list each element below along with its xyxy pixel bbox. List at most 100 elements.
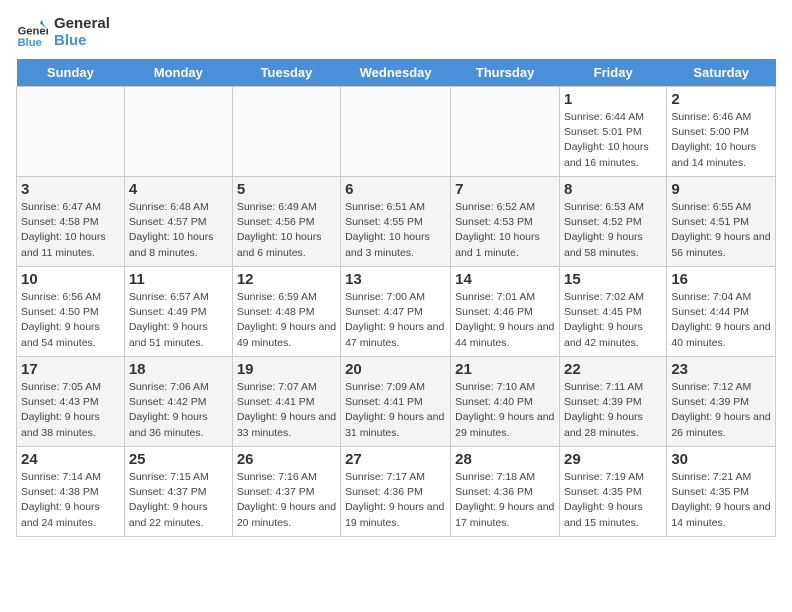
day-info: Sunrise: 7:15 AM Sunset: 4:37 PM Dayligh…	[129, 470, 228, 531]
page: General Blue General Blue SundayMondayTu…	[0, 0, 792, 553]
day-cell-24: 24 Sunrise: 7:14 AM Sunset: 4:38 PM Dayli…	[17, 447, 125, 537]
day-info: Sunrise: 7:07 AM Sunset: 4:41 PM Dayligh…	[237, 380, 336, 441]
day-number: 22	[564, 361, 662, 378]
day-cell-28: 28 Sunrise: 7:18 AM Sunset: 4:36 PM Dayli…	[451, 447, 560, 537]
day-number: 12	[237, 271, 336, 288]
empty-cell	[17, 87, 125, 177]
day-info: Sunrise: 7:02 AM Sunset: 4:45 PM Dayligh…	[564, 290, 662, 351]
day-number: 3	[21, 181, 120, 198]
day-header-sunday: Sunday	[17, 59, 125, 87]
day-cell-23: 23 Sunrise: 7:12 AM Sunset: 4:39 PM Dayli…	[667, 357, 776, 447]
day-number: 6	[345, 181, 446, 198]
day-info: Sunrise: 7:19 AM Sunset: 4:35 PM Dayligh…	[564, 470, 662, 531]
day-number: 15	[564, 271, 662, 288]
day-cell-25: 25 Sunrise: 7:15 AM Sunset: 4:37 PM Dayli…	[124, 447, 232, 537]
day-info: Sunrise: 6:57 AM Sunset: 4:49 PM Dayligh…	[129, 290, 228, 351]
day-info: Sunrise: 7:14 AM Sunset: 4:38 PM Dayligh…	[21, 470, 120, 531]
day-number: 28	[455, 451, 555, 468]
week-row-3: 10 Sunrise: 6:56 AM Sunset: 4:50 PM Dayli…	[17, 267, 776, 357]
day-cell-14: 14 Sunrise: 7:01 AM Sunset: 4:46 PM Dayli…	[451, 267, 560, 357]
day-info: Sunrise: 6:51 AM Sunset: 4:55 PM Dayligh…	[345, 200, 446, 261]
day-cell-29: 29 Sunrise: 7:19 AM Sunset: 4:35 PM Dayli…	[559, 447, 666, 537]
empty-cell	[451, 87, 560, 177]
day-number: 11	[129, 271, 228, 288]
day-number: 29	[564, 451, 662, 468]
day-info: Sunrise: 7:21 AM Sunset: 4:35 PM Dayligh…	[671, 470, 771, 531]
day-number: 14	[455, 271, 555, 288]
day-number: 26	[237, 451, 336, 468]
week-row-5: 24 Sunrise: 7:14 AM Sunset: 4:38 PM Dayli…	[17, 447, 776, 537]
day-number: 19	[237, 361, 336, 378]
day-number: 9	[671, 181, 771, 198]
day-cell-21: 21 Sunrise: 7:10 AM Sunset: 4:40 PM Dayli…	[451, 357, 560, 447]
week-row-2: 3 Sunrise: 6:47 AM Sunset: 4:58 PM Daylig…	[17, 177, 776, 267]
day-number: 2	[671, 91, 771, 108]
day-header-monday: Monday	[124, 59, 232, 87]
day-number: 10	[21, 271, 120, 288]
day-header-thursday: Thursday	[451, 59, 560, 87]
day-info: Sunrise: 6:48 AM Sunset: 4:57 PM Dayligh…	[129, 200, 228, 261]
day-cell-9: 9 Sunrise: 6:55 AM Sunset: 4:51 PM Daylig…	[667, 177, 776, 267]
day-info: Sunrise: 6:56 AM Sunset: 4:50 PM Dayligh…	[21, 290, 120, 351]
empty-cell	[124, 87, 232, 177]
day-number: 23	[671, 361, 771, 378]
day-number: 5	[237, 181, 336, 198]
day-info: Sunrise: 6:49 AM Sunset: 4:56 PM Dayligh…	[237, 200, 336, 261]
day-cell-7: 7 Sunrise: 6:52 AM Sunset: 4:53 PM Daylig…	[451, 177, 560, 267]
day-cell-19: 19 Sunrise: 7:07 AM Sunset: 4:41 PM Dayli…	[232, 357, 340, 447]
day-info: Sunrise: 7:04 AM Sunset: 4:44 PM Dayligh…	[671, 290, 771, 351]
day-number: 18	[129, 361, 228, 378]
week-row-4: 17Sunrise: 7:05 AM Sunset: 4:43 PM Dayli…	[17, 357, 776, 447]
day-info: Sunrise: 7:17 AM Sunset: 4:36 PM Dayligh…	[345, 470, 446, 531]
week-row-1: 1 Sunrise: 6:44 AM Sunset: 5:01 PM Daylig…	[17, 87, 776, 177]
day-number: 8	[564, 181, 662, 198]
days-header-row: SundayMondayTuesdayWednesdayThursdayFrid…	[17, 59, 776, 87]
logo-icon: General Blue	[16, 17, 48, 49]
day-cell-2: 2 Sunrise: 6:46 AM Sunset: 5:00 PM Daylig…	[667, 87, 776, 177]
day-info: Sunrise: 6:47 AM Sunset: 4:58 PM Dayligh…	[21, 200, 120, 261]
day-number: 1	[564, 91, 662, 108]
day-number: 20	[345, 361, 446, 378]
day-cell-5: 5 Sunrise: 6:49 AM Sunset: 4:56 PM Daylig…	[232, 177, 340, 267]
day-header-wednesday: Wednesday	[341, 59, 451, 87]
day-info: Sunrise: 6:44 AM Sunset: 5:01 PM Dayligh…	[564, 110, 662, 171]
day-info: Sunrise: 7:00 AM Sunset: 4:47 PM Dayligh…	[345, 290, 446, 351]
day-number: 21	[455, 361, 555, 378]
day-cell-30: 30Sunrise: 7:21 AM Sunset: 4:35 PM Dayli…	[667, 447, 776, 537]
day-info: Sunrise: 7:10 AM Sunset: 4:40 PM Dayligh…	[455, 380, 555, 441]
day-info: Sunrise: 6:55 AM Sunset: 4:51 PM Dayligh…	[671, 200, 771, 261]
day-info: Sunrise: 7:06 AM Sunset: 4:42 PM Dayligh…	[129, 380, 228, 441]
day-number: 25	[129, 451, 228, 468]
empty-cell	[341, 87, 451, 177]
day-info: Sunrise: 6:59 AM Sunset: 4:48 PM Dayligh…	[237, 290, 336, 351]
day-cell-10: 10 Sunrise: 6:56 AM Sunset: 4:50 PM Dayli…	[17, 267, 125, 357]
day-info: Sunrise: 7:05 AM Sunset: 4:43 PM Dayligh…	[21, 380, 120, 441]
day-cell-17: 17Sunrise: 7:05 AM Sunset: 4:43 PM Dayli…	[17, 357, 125, 447]
day-cell-15: 15 Sunrise: 7:02 AM Sunset: 4:45 PM Dayli…	[559, 267, 666, 357]
day-cell-11: 11 Sunrise: 6:57 AM Sunset: 4:49 PM Dayli…	[124, 267, 232, 357]
day-cell-22: 22Sunrise: 7:11 AM Sunset: 4:39 PM Dayli…	[559, 357, 666, 447]
calendar-table: SundayMondayTuesdayWednesdayThursdayFrid…	[16, 59, 776, 537]
svg-text:General: General	[18, 25, 48, 37]
day-cell-4: 4 Sunrise: 6:48 AM Sunset: 4:57 PM Daylig…	[124, 177, 232, 267]
day-header-friday: Friday	[559, 59, 666, 87]
day-number: 7	[455, 181, 555, 198]
day-cell-8: 8Sunrise: 6:53 AM Sunset: 4:52 PM Daylig…	[559, 177, 666, 267]
day-info: Sunrise: 6:52 AM Sunset: 4:53 PM Dayligh…	[455, 200, 555, 261]
day-number: 4	[129, 181, 228, 198]
day-cell-20: 20 Sunrise: 7:09 AM Sunset: 4:41 PM Dayli…	[341, 357, 451, 447]
day-cell-12: 12 Sunrise: 6:59 AM Sunset: 4:48 PM Dayli…	[232, 267, 340, 357]
day-info: Sunrise: 7:16 AM Sunset: 4:37 PM Dayligh…	[237, 470, 336, 531]
day-cell-26: 26 Sunrise: 7:16 AM Sunset: 4:37 PM Dayli…	[232, 447, 340, 537]
day-info: Sunrise: 7:01 AM Sunset: 4:46 PM Dayligh…	[455, 290, 555, 351]
day-number: 24	[21, 451, 120, 468]
day-info: Sunrise: 6:46 AM Sunset: 5:00 PM Dayligh…	[671, 110, 771, 171]
day-info: Sunrise: 7:09 AM Sunset: 4:41 PM Dayligh…	[345, 380, 446, 441]
day-cell-13: 13Sunrise: 7:00 AM Sunset: 4:47 PM Dayli…	[341, 267, 451, 357]
svg-text:Blue: Blue	[18, 36, 42, 48]
day-info: Sunrise: 7:18 AM Sunset: 4:36 PM Dayligh…	[455, 470, 555, 531]
day-info: Sunrise: 7:12 AM Sunset: 4:39 PM Dayligh…	[671, 380, 771, 441]
day-number: 16	[671, 271, 771, 288]
day-cell-16: 16 Sunrise: 7:04 AM Sunset: 4:44 PM Dayli…	[667, 267, 776, 357]
day-cell-3: 3 Sunrise: 6:47 AM Sunset: 4:58 PM Daylig…	[17, 177, 125, 267]
